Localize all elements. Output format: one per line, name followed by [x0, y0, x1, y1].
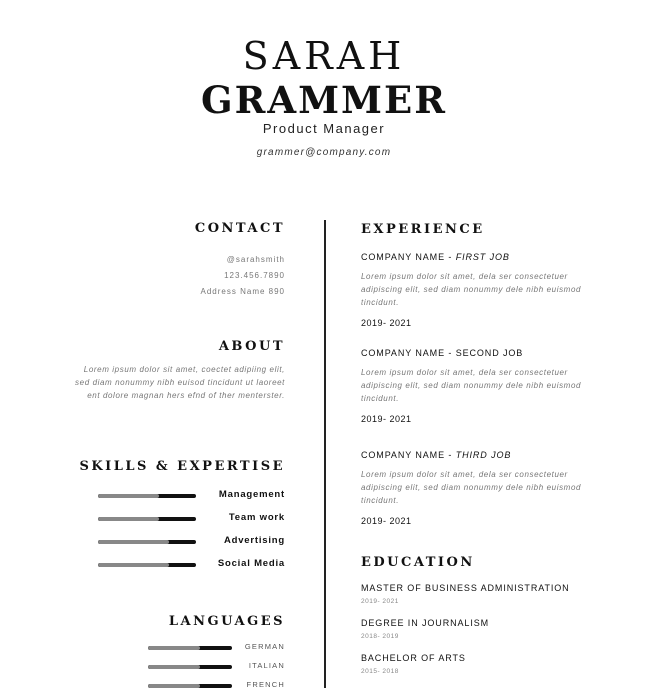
- job-role: FIRST JOB: [455, 252, 510, 262]
- contact-heading: CONTACT: [194, 221, 285, 236]
- languages-heading: LANGUAGES: [168, 614, 285, 629]
- skill-label: Advertising: [223, 535, 285, 546]
- skill-row: Team work: [60, 512, 285, 524]
- skill-label: Management: [218, 489, 285, 500]
- education-dates: 2019- 2021: [361, 598, 399, 605]
- skill-row: Management: [60, 489, 285, 501]
- education-dates: 2015- 2018: [361, 668, 399, 675]
- company-name: COMPANY NAME -: [361, 348, 456, 358]
- language-level-bar: [148, 665, 232, 669]
- company-name: COMPANY NAME -: [361, 450, 456, 460]
- contact-address: Address Name 890: [200, 287, 285, 296]
- job-dates: 2019- 2021: [361, 414, 412, 424]
- job-description: Lorem ipsum dolor sit amet, dela ser con…: [361, 272, 582, 307]
- job-title: Product Manager: [262, 121, 386, 136]
- skill-label: Team work: [228, 512, 285, 523]
- company-name: COMPANY NAME -: [361, 252, 456, 262]
- language-row: GERMAN: [60, 642, 285, 654]
- education-dates: 2018- 2019: [361, 633, 399, 640]
- language-label: ITALIAN: [248, 661, 285, 670]
- skill-level-bar: [98, 517, 196, 521]
- language-level-bar: [148, 646, 232, 650]
- contact-phone: 123.456.7890: [224, 271, 285, 280]
- job-title-line: COMPANY NAME - SECOND JOB: [361, 348, 523, 358]
- language-label: GERMAN: [244, 642, 285, 651]
- job-role: SECOND JOB: [455, 348, 524, 358]
- education-degree: DEGREE IN JOURNALISM: [361, 618, 490, 628]
- skill-level-bar: [98, 494, 196, 498]
- education-degree: BACHELOR OF ARTS: [361, 653, 466, 663]
- language-row: FRENCH: [60, 680, 285, 692]
- job-dates: 2019- 2021: [361, 318, 412, 328]
- language-level-bar: [148, 684, 232, 688]
- job-role: THIRD JOB: [455, 450, 512, 460]
- education-degree: MASTER OF BUSINESS ADMINISTRATION: [361, 583, 570, 593]
- job-description: Lorem ipsum dolor sit amet, dela ser con…: [361, 470, 582, 505]
- job-dates: 2019- 2021: [361, 516, 412, 526]
- job-title-line: COMPANY NAME - THIRD JOB: [361, 450, 511, 460]
- skill-label: Social Media: [217, 558, 285, 569]
- skill-level-bar: [98, 563, 196, 567]
- first-name: SARAH: [242, 34, 406, 78]
- about-heading: ABOUT: [218, 339, 285, 354]
- skills-heading: SKILLS & EXPERTISE: [79, 459, 285, 474]
- skill-row: Advertising: [60, 535, 285, 547]
- education-heading: EDUCATION: [361, 555, 475, 570]
- job-description: Lorem ipsum dolor sit amet, dela ser con…: [361, 368, 582, 403]
- contact-handle: @sarahsmith: [226, 255, 285, 264]
- experience-heading: EXPERIENCE: [361, 222, 485, 237]
- email-address: grammer@company.com: [256, 147, 392, 158]
- last-name: GRAMMER: [201, 78, 447, 122]
- about-text: Lorem ipsum dolor sit amet, coectet adip…: [75, 365, 285, 400]
- column-divider: [324, 220, 326, 688]
- language-row: ITALIAN: [60, 661, 285, 673]
- skill-row: Social Media: [60, 558, 285, 570]
- skill-level-bar: [98, 540, 196, 544]
- job-title-line: COMPANY NAME - FIRST JOB: [361, 252, 510, 262]
